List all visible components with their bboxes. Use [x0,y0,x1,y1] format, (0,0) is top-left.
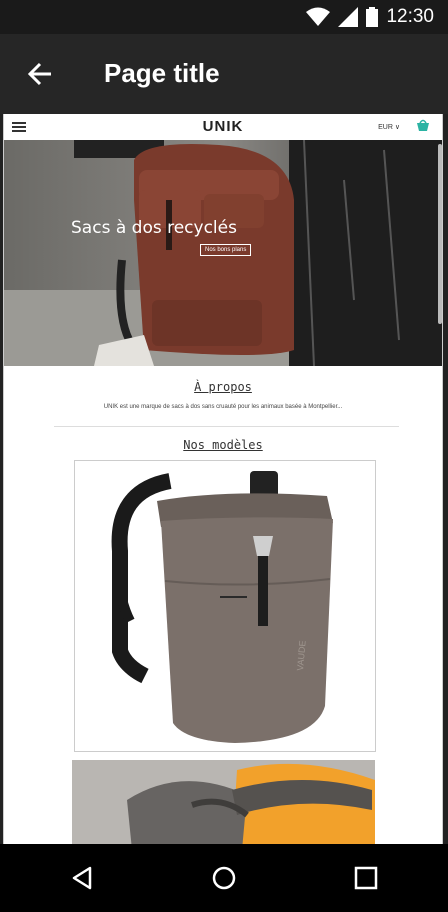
hero-title: Sacs à dos recyclés [71,218,237,238]
product-card[interactable] [72,760,375,844]
hero-button[interactable]: Nos bons plans [200,244,252,256]
nav-home-icon [212,866,236,890]
cart-icon[interactable] [416,119,430,133]
nav-recents-button[interactable] [350,862,382,894]
wifi-icon [306,7,331,26]
hero-banner: Sacs à dos recyclés Nos bons plans [4,140,442,366]
status-time: 12:30 [386,6,434,27]
models-title: Nos modèles [183,438,263,452]
about-title: À propos [194,380,252,394]
currency-selector[interactable]: EUR ∨ [378,123,400,131]
back-arrow-icon [27,62,51,86]
about-text: UNIK est une marque de sacs à dos sans c… [103,404,343,410]
product-image [72,760,375,844]
product-card[interactable]: VAUDE [74,460,376,752]
nav-back-icon [72,866,92,890]
site-header: UNIK EUR ∨ [4,114,442,141]
nav-back-button[interactable] [66,862,98,894]
navigation-bar [0,844,448,912]
nav-home-button[interactable] [208,862,240,894]
signal-icon [338,7,359,27]
back-button[interactable] [22,56,58,92]
site-logo[interactable]: UNIK [4,118,442,135]
page-title: Page title [104,58,220,88]
app-bar: Page title [0,34,448,114]
nav-recents-icon [354,866,378,890]
divider [54,426,399,427]
status-icons: 12:30 [306,6,434,28]
scrollbar[interactable] [438,144,442,324]
webview[interactable]: UNIK EUR ∨ Sacs à dos recyclés Nos bons … [3,114,443,844]
battery-icon [366,7,379,27]
status-bar: 12:30 [0,0,448,34]
product-image: VAUDE [111,471,333,743]
